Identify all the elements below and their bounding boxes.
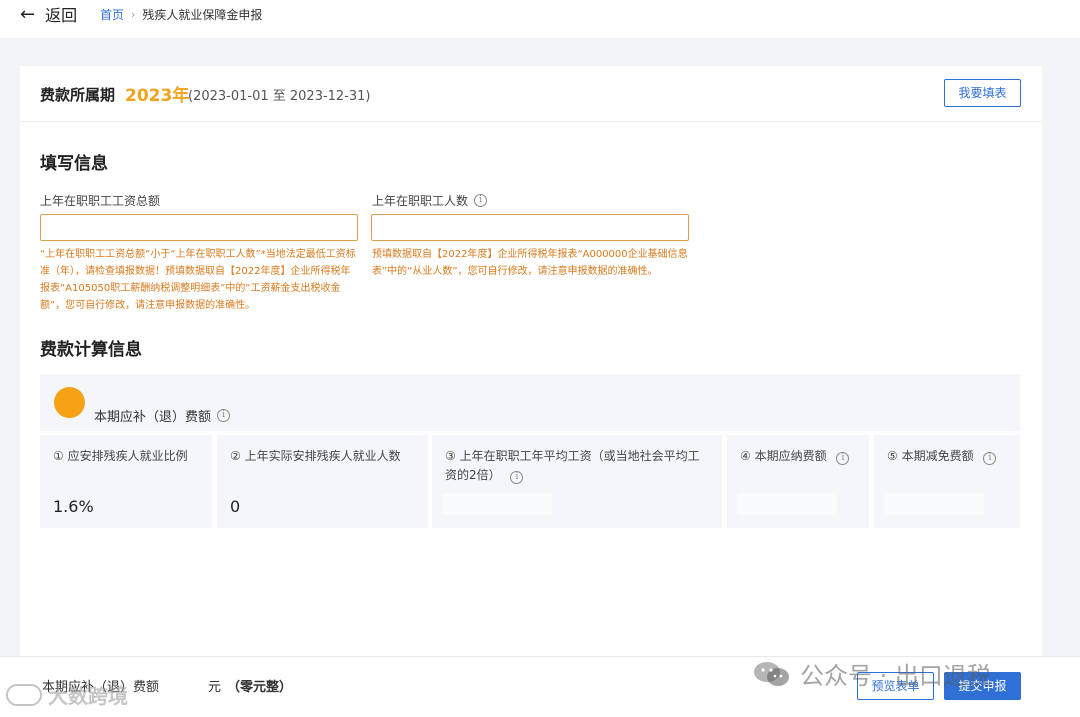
cell-label: ② 上年实际安排残疾人就业人数 [230,449,401,463]
calc-cell-exempt: ⑤ 本期减免费额 i [874,435,1020,528]
calc-header-title: 本期应补（退）费额 i [94,406,231,425]
wechat-icon [754,661,789,686]
watermark-right: 公众号 · 出口退税 [752,656,991,691]
info-icon[interactable]: i [474,194,488,207]
back-label: 返回 [45,6,78,25]
watermark-left-text: 大数跨境 [48,684,128,708]
footer-amount: 元 （零元整） [208,676,292,695]
employee-count-label-text: 上年在职职工人数 [372,194,469,208]
breadcrumb-current: 残疾人就业保障金申报 [142,8,263,22]
cell-value: 0 [230,497,241,516]
period-label: 费款所属期 [40,86,116,104]
period-year: 2023年 [125,86,190,106]
info-icon[interactable]: i [510,471,524,484]
watermark-left: 大数跨境 [6,680,128,709]
calc-cell-avg-wage: ③ 上年在职职工年平均工资（或当地社会平均工资的2倍） i [432,435,722,528]
fill-info-title: 填写信息 [40,154,108,174]
calc-header: 本期应补（退）费额 i [40,374,1020,431]
breadcrumb-home[interactable]: 首页 [100,6,124,23]
cell-value: 1.6% [53,497,94,516]
watermark-right-text: 公众号 · 出口退税 [800,662,991,690]
top-bar: ← 返回 首页 › 残疾人就业保障金申报 [0,0,1080,38]
redacted-value [884,493,984,515]
footer-unit: 元 [208,680,222,695]
back-button[interactable]: ← 返回 [20,2,77,26]
footer-amount-text: （零元整） [227,680,293,695]
calc-cell-ratio: ① 应安排残疾人就业比例 1.6% [40,435,212,528]
breadcrumb: 首页 › 残疾人就业保障金申报 [100,6,262,23]
info-icon[interactable]: i [836,452,850,465]
watermark-logo-icon [6,683,42,706]
status-dot-icon [54,387,85,418]
cell-label: ⑤ 本期减免费额 [887,449,974,463]
calc-cell-payable: ④ 本期应纳费额 i [727,435,869,528]
employee-count-label: 上年在职职工人数 i [372,192,488,209]
total-wage-label: 上年在职职工工资总额 [40,192,160,209]
redacted-value [442,493,552,515]
calc-cell-disabled-count: ② 上年实际安排残疾人就业人数 0 [217,435,428,528]
cell-label-with-info: ⑤ 本期减免费额 i [887,447,1017,466]
cell-label-with-info: ③ 上年在职职工年平均工资（或当地社会平均工资的2倍） i [445,447,710,485]
total-wage-hint: “上年在职职工工资总额”小于“上年在职职工人数”*当地法定最低工资标准（年），请… [40,249,356,311]
cell-label: ④ 本期应纳费额 [740,449,827,463]
cell-label: ① 应安排残疾人就业比例 [53,449,188,463]
info-icon[interactable]: i [217,409,231,422]
redacted-value [737,493,837,515]
period-row: 费款所属期 2023年 (2023-01-01 至 2023-12-31) 我要… [20,66,1042,122]
info-icon[interactable]: i [983,452,997,465]
total-wage-label-text: 上年在职职工工资总额 [40,194,161,208]
cell-label-with-info: ④ 本期应纳费额 i [740,447,865,466]
calc-header-label: 本期应补（退）费额 [94,410,212,425]
total-wage-input[interactable] [40,214,358,241]
main-panel: 费款所属期 2023年 (2023-01-01 至 2023-12-31) 我要… [20,66,1042,666]
arrow-left-icon: ← [20,3,36,25]
employee-count-input[interactable] [371,214,689,241]
employee-count-hint: 预填数据取自【2022年度】企业所得税年报表“A000000企业基础信息表”中的… [372,249,688,277]
cell-label: ③ 上年在职职工年平均工资（或当地社会平均工资的2倍） [445,449,700,482]
chevron-right-icon: › [131,8,136,21]
fill-form-button[interactable]: 我要填表 [944,79,1021,107]
calc-info-title: 费款计算信息 [40,340,142,360]
period-range: (2023-01-01 至 2023-12-31) [188,89,371,104]
